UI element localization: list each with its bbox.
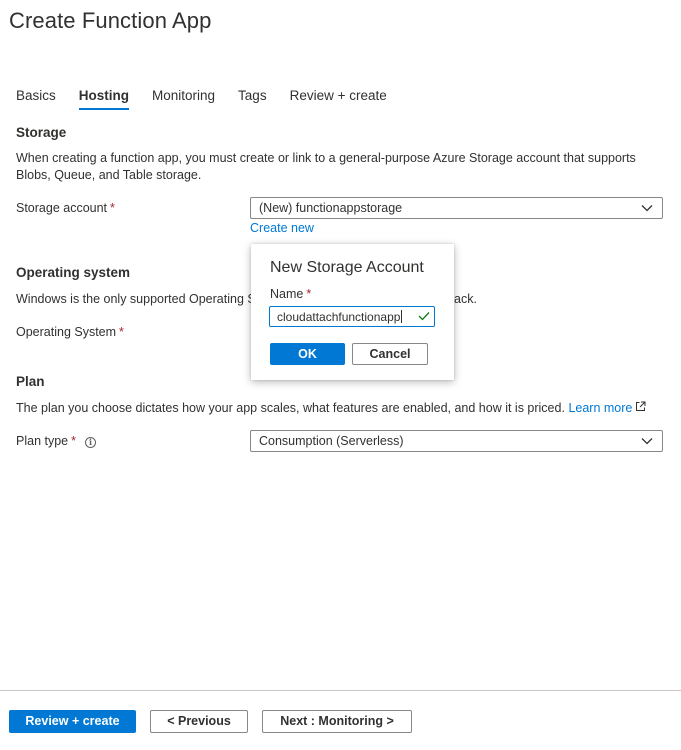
storage-heading: Storage xyxy=(16,125,67,140)
plan-type-dropdown[interactable]: Consumption (Serverless) xyxy=(250,430,663,452)
required-mark: * xyxy=(306,287,312,301)
checkmark-icon xyxy=(418,312,430,321)
ok-button[interactable]: OK xyxy=(270,343,345,365)
plan-description: The plan you choose dictates how your ap… xyxy=(16,400,646,417)
text-caret xyxy=(401,310,403,323)
os-label: Operating System * xyxy=(16,325,124,339)
storage-name-input[interactable]: cloudattachfunctionapp xyxy=(269,306,435,327)
info-icon[interactable]: i xyxy=(85,437,96,448)
os-label-text: Operating System xyxy=(16,325,117,339)
plan-type-label: Plan type * i xyxy=(16,434,96,448)
required-mark: * xyxy=(110,201,115,215)
next-monitoring-button[interactable]: Next : Monitoring > xyxy=(262,710,412,733)
create-new-link[interactable]: Create new xyxy=(250,221,314,235)
storage-account-value: (New) functionappstorage xyxy=(259,201,403,215)
tab-hosting[interactable]: Hosting xyxy=(78,88,130,110)
storage-name-value: cloudattachfunctionapp xyxy=(277,310,401,324)
storage-description: When creating a function app, you must c… xyxy=(16,151,636,182)
os-description: Windows is the only supported Operating … xyxy=(16,292,256,306)
tab-tags[interactable]: Tags xyxy=(238,88,267,109)
chevron-down-icon xyxy=(641,205,653,212)
name-label-text: Name xyxy=(270,287,304,301)
storage-account-dropdown[interactable]: (New) functionappstorage xyxy=(250,197,663,219)
tab-bar: Basics Hosting Monitoring Tags Review + … xyxy=(16,88,410,110)
storage-account-label: Storage account * xyxy=(16,201,115,215)
new-storage-account-callout: New Storage Account Name * cloudattachfun… xyxy=(251,244,454,380)
os-description-tail: ack. xyxy=(454,292,477,306)
external-link-icon[interactable] xyxy=(635,401,646,412)
required-mark: * xyxy=(71,434,76,448)
chevron-down-icon xyxy=(641,438,653,445)
plan-heading: Plan xyxy=(16,374,45,389)
storage-account-label-text: Storage account xyxy=(16,201,108,215)
os-heading: Operating system xyxy=(16,265,131,280)
cancel-button[interactable]: Cancel xyxy=(352,343,428,365)
plan-type-label-text: Plan type xyxy=(16,434,69,448)
required-mark: * xyxy=(119,325,124,339)
footer-divider xyxy=(0,690,681,691)
review-create-button[interactable]: Review + create xyxy=(9,710,136,733)
previous-button[interactable]: < Previous xyxy=(150,710,248,733)
plan-type-value: Consumption (Serverless) xyxy=(259,434,404,448)
tab-monitoring[interactable]: Monitoring xyxy=(152,88,215,109)
name-label: Name * xyxy=(270,287,311,301)
callout-title: New Storage Account xyxy=(270,259,424,276)
page-title: Create Function App xyxy=(9,8,212,33)
tab-review-create[interactable]: Review + create xyxy=(290,88,387,109)
plan-description-text: The plan you choose dictates how your ap… xyxy=(16,401,565,415)
tab-basics[interactable]: Basics xyxy=(16,88,56,109)
learn-more-link[interactable]: Learn more xyxy=(568,401,632,415)
